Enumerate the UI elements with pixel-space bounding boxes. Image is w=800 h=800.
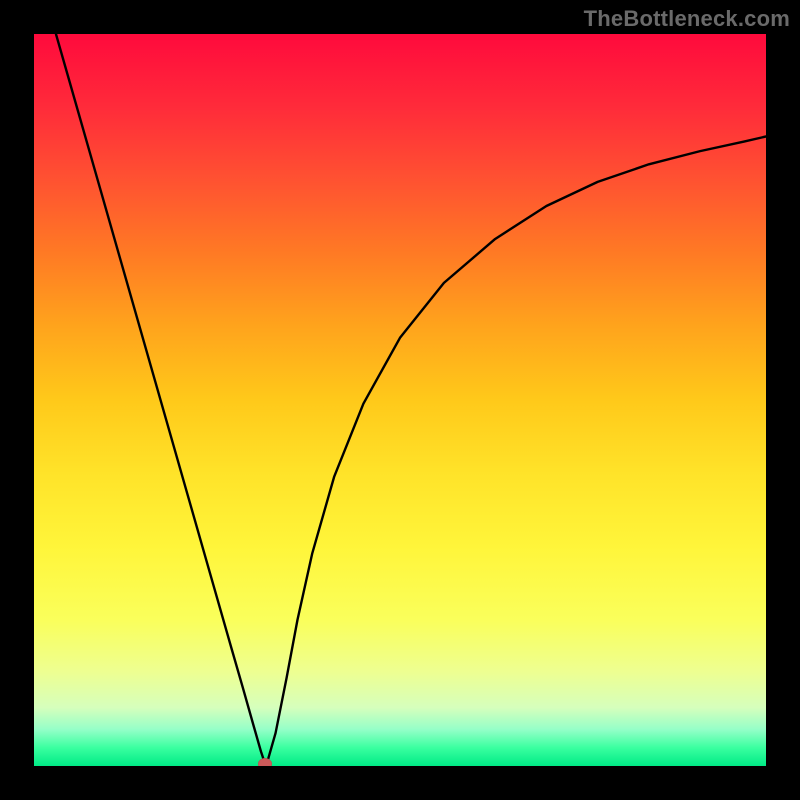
optimal-point-marker xyxy=(258,758,272,766)
plot-area xyxy=(34,34,766,766)
watermark-text: TheBottleneck.com xyxy=(584,6,790,32)
chart-frame: TheBottleneck.com xyxy=(0,0,800,800)
bottleneck-curve xyxy=(34,34,766,766)
